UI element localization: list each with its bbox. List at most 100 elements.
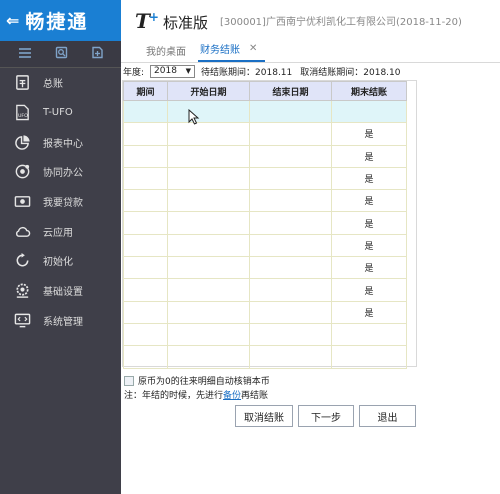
edition-label: 标准版 [162, 13, 208, 32]
back-arrow-icon[interactable]: ⇐ [6, 11, 19, 30]
sidebar-item-cloud-app[interactable]: 云应用 [0, 216, 121, 246]
cell-start-date[interactable] [167, 300, 250, 324]
cell-period[interactable] [123, 300, 168, 324]
cell-end-date[interactable] [249, 122, 332, 146]
cell-end-date[interactable] [249, 345, 332, 369]
cell-period[interactable] [123, 233, 168, 258]
table-row[interactable]: 是 [123, 211, 407, 235]
table-row[interactable]: 是 [123, 189, 407, 213]
auto-writeoff-option[interactable]: 原币为0的往来明细自动核销本币 [124, 374, 270, 387]
cell-period[interactable] [123, 166, 168, 191]
cell-end-date[interactable] [249, 166, 332, 191]
cell-closed[interactable]: 是 [331, 278, 407, 302]
cell-start-date[interactable] [167, 144, 250, 168]
cell-start-date[interactable] [167, 278, 250, 302]
exit-button[interactable]: 退出 [359, 405, 416, 427]
cell-end-date[interactable] [249, 256, 332, 280]
backup-note: 注：年结的时候，先进行备份再结账 [124, 388, 268, 401]
cell-period[interactable] [123, 278, 168, 302]
cell-closed[interactable]: 是 [331, 233, 407, 258]
table-row[interactable] [123, 322, 407, 347]
cell-period[interactable] [123, 189, 168, 213]
table-row[interactable]: 是 [123, 278, 407, 302]
cell-closed[interactable] [331, 322, 407, 347]
cell-closed[interactable]: 是 [331, 166, 407, 191]
chevron-down-icon: ▼ [185, 67, 192, 75]
table-header-row: 期间 开始日期 结束日期 期末结账 [123, 81, 407, 101]
cell-period[interactable] [123, 322, 168, 347]
next-step-button[interactable]: 下一步 [298, 405, 354, 427]
checkbox-label: 原币为0的往来明细自动核销本币 [138, 377, 270, 387]
year-select[interactable]: 2018 ▼ [150, 64, 196, 78]
table-row[interactable]: 是 [123, 166, 407, 191]
pending-period: 待结账期间：2018.11 [201, 67, 293, 78]
cell-closed[interactable] [331, 99, 407, 124]
sidebar-item-initialize[interactable]: 初始化 [0, 246, 121, 276]
col-period-end-closed[interactable]: 期末结账 [331, 81, 407, 101]
sidebar-item-basic-settings[interactable]: 基础设置 [0, 276, 121, 306]
col-period[interactable]: 期间 [123, 81, 168, 101]
col-end-date[interactable]: 结束日期 [249, 81, 332, 101]
cell-start-date[interactable] [167, 166, 250, 191]
sidebar-item-system-admin[interactable]: 系统管理 [0, 306, 121, 336]
cell-end-date[interactable] [249, 211, 332, 235]
cell-end-date[interactable] [249, 322, 332, 347]
table-row[interactable] [123, 99, 407, 124]
cell-period[interactable] [123, 211, 168, 235]
cell-end-date[interactable] [249, 300, 332, 324]
cell-period[interactable] [123, 99, 168, 124]
cell-period[interactable] [123, 122, 168, 146]
table-row[interactable]: 是 [123, 233, 407, 258]
cell-closed[interactable]: 是 [331, 211, 407, 235]
cell-end-date[interactable] [249, 144, 332, 168]
cell-end-date[interactable] [249, 189, 332, 213]
cell-start-date[interactable] [167, 122, 250, 146]
sidebar-item-ledger[interactable]: 总账 [0, 68, 121, 98]
cell-start-date[interactable] [167, 322, 250, 347]
cell-start-date[interactable] [167, 256, 250, 280]
tab-my-desktop[interactable]: 我的桌面 [144, 43, 194, 62]
cell-start-date[interactable] [167, 345, 250, 369]
cell-closed[interactable]: 是 [331, 144, 407, 168]
cell-closed[interactable]: 是 [331, 300, 407, 324]
col-start-date[interactable]: 开始日期 [167, 81, 250, 101]
cell-closed[interactable] [331, 345, 407, 369]
cancel-closing-button[interactable]: 取消结账 [235, 405, 293, 427]
cell-period[interactable] [123, 256, 168, 280]
pie-chart-icon [15, 135, 30, 150]
ufo-file-icon: UFO [16, 104, 29, 121]
sidebar-item-t-ufo[interactable]: UFO T-UFO [0, 98, 121, 128]
backup-link[interactable]: 备份 [223, 391, 241, 401]
table-row[interactable]: 是 [123, 256, 407, 280]
product-logo: T + 标准版 [135, 9, 208, 33]
cell-closed[interactable]: 是 [331, 122, 407, 146]
sidebar-item-loan[interactable]: 我要贷款 [0, 187, 121, 217]
table-row[interactable]: 是 [123, 144, 407, 168]
cloud-icon [15, 226, 31, 237]
search-doc-icon[interactable] [55, 46, 68, 62]
tab-label: 财务结账 [200, 45, 240, 56]
cell-start-date[interactable] [167, 211, 250, 235]
cell-closed[interactable]: 是 [331, 256, 407, 280]
table-row[interactable]: 是 [123, 300, 407, 324]
menu-icon[interactable] [18, 47, 32, 62]
cell-start-date[interactable] [167, 189, 250, 213]
cell-start-date[interactable] [167, 99, 250, 124]
table-row[interactable] [123, 345, 407, 369]
cell-end-date[interactable] [249, 278, 332, 302]
cell-closed[interactable]: 是 [331, 189, 407, 213]
close-icon[interactable]: ✕ [249, 43, 257, 54]
sidebar-item-collaboration[interactable]: 协同办公 [0, 157, 121, 187]
tab-financial-closing[interactable]: 财务结账 ✕ [198, 41, 266, 62]
cell-period[interactable] [123, 144, 168, 168]
table-row[interactable]: 是 [123, 122, 407, 146]
auto-writeoff-checkbox[interactable] [124, 375, 134, 386]
sidebar-item-report-center[interactable]: 报表中心 [0, 127, 121, 157]
cell-end-date[interactable] [249, 99, 332, 124]
add-doc-icon[interactable] [91, 46, 104, 62]
cancel-period: 取消结账期间：2018.10 [300, 67, 401, 78]
cell-start-date[interactable] [167, 233, 250, 258]
sidebar-item-label: 云应用 [43, 227, 73, 239]
cell-end-date[interactable] [249, 233, 332, 258]
cell-period[interactable] [123, 345, 168, 369]
